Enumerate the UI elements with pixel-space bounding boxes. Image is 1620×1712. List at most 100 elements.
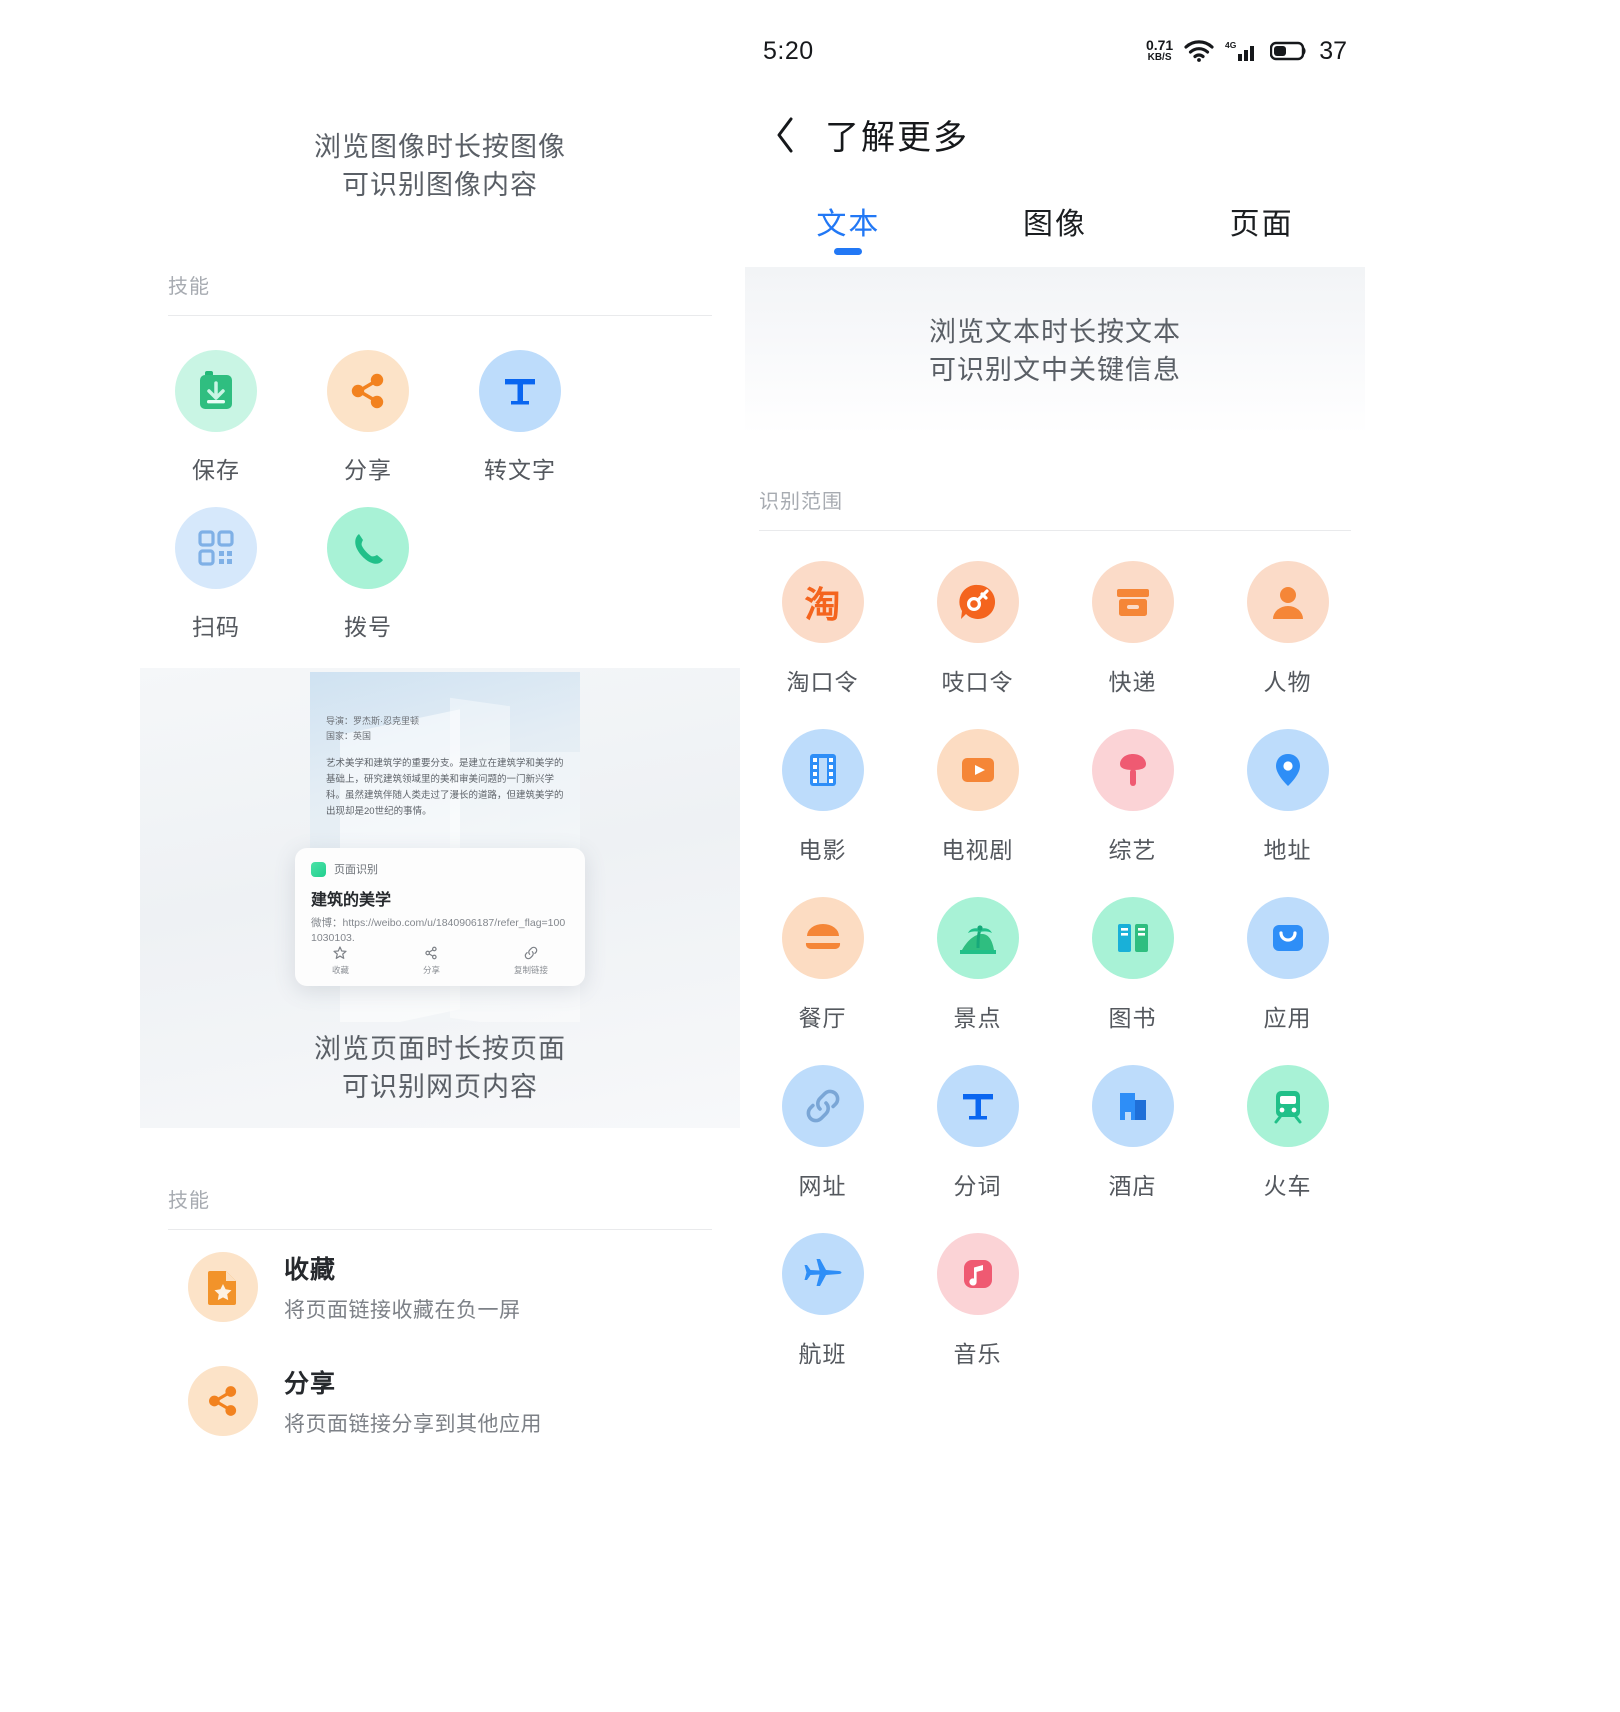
package-icon xyxy=(1091,561,1174,643)
page-hero-line-2: 可识别网页内容 xyxy=(342,1072,538,1102)
text-banner-line-1: 浏览文本时长按文本 xyxy=(929,317,1181,347)
music-note-icon xyxy=(936,1233,1019,1315)
taobao-code-icon: 淘 xyxy=(781,561,864,643)
hotel-icon xyxy=(1091,1065,1174,1147)
scope-item-attraction[interactable]: 景点 xyxy=(900,897,1055,1033)
page-title: 了解更多 xyxy=(825,119,969,157)
burger-icon xyxy=(781,897,864,979)
skill-label: 转文字 xyxy=(484,457,556,483)
link-icon xyxy=(524,946,538,960)
card-action-favorite[interactable]: 收藏 xyxy=(332,945,349,976)
scope-item-url[interactable]: 网址 xyxy=(745,1065,900,1201)
tab-image[interactable]: 图像 xyxy=(952,199,1159,255)
preview-meta: 导演：罗杰斯·忍克里顿 国家：英国 xyxy=(326,714,419,744)
scope-label: 吱口令 xyxy=(941,669,1014,695)
skill-label: 保存 xyxy=(192,457,240,483)
page-skill-title: 分享 xyxy=(284,1370,337,1398)
back-button[interactable] xyxy=(759,116,811,154)
image-hero-line-2: 可识别图像内容 xyxy=(342,170,538,200)
preview-body-text: 艺术美学和建筑学的重要分支。是建立在建筑学和美学的基础上，研究建筑领域里的美和审… xyxy=(326,758,564,817)
scope-label: 图书 xyxy=(1108,1005,1157,1031)
image-hero-line-1: 浏览图像时长按图像 xyxy=(314,132,566,162)
scope-label: 分词 xyxy=(953,1173,1002,1199)
page-hero-line-1: 浏览页面时长按页面 xyxy=(314,1034,566,1064)
scope-label: 火车 xyxy=(1263,1173,1312,1199)
status-bar: 5:20 0.71 KB/S 4G 37 xyxy=(745,0,1365,66)
scope-item-train[interactable]: 火车 xyxy=(1210,1065,1365,1201)
battery-icon xyxy=(1270,41,1306,61)
page-recognition-preview: 导演：罗杰斯·忍克里顿 国家：英国 艺术美学和建筑学的重要分支。是建立在建筑学和… xyxy=(140,668,740,1128)
text-convert-icon xyxy=(479,350,561,432)
scope-item-segmentation[interactable]: 分词 xyxy=(900,1065,1055,1201)
scope-item-alipay-code[interactable]: 吱口令 xyxy=(900,561,1055,697)
scope-item-book[interactable]: 图书 xyxy=(1055,897,1210,1033)
scope-label: 应用 xyxy=(1263,1005,1312,1031)
tab-text[interactable]: 文本 xyxy=(745,199,952,255)
palm-tree-icon xyxy=(936,897,1019,979)
recognition-scope-grid: 淘 淘口令 吱口令 快递 人物 电影 电视剧 综艺 地址 餐厅 景点 图书 应用… xyxy=(745,531,1365,1401)
scope-section-label: 识别范围 xyxy=(759,491,843,513)
alipay-code-icon xyxy=(936,561,1019,643)
skill-item-text-convert[interactable]: 转文字 xyxy=(444,350,596,485)
scope-item-flight[interactable]: 航班 xyxy=(745,1233,900,1369)
page-skill-subtitle: 将页面链接分享到其他应用 xyxy=(284,1413,542,1436)
left-panel: 浏览图像时长按图像 可识别图像内容 技能 保存 分享 转文字 扫码 拨号 导演：… xyxy=(140,0,740,1712)
page-recognition-icon xyxy=(311,861,326,877)
page-skill-subtitle: 将页面链接收藏在负一屏 xyxy=(284,1299,521,1322)
scope-item-variety-show[interactable]: 综艺 xyxy=(1055,729,1210,865)
person-icon xyxy=(1246,561,1329,643)
link-icon xyxy=(781,1065,864,1147)
scope-item-music[interactable]: 音乐 xyxy=(900,1233,1055,1369)
skills-section-label: 技能 xyxy=(168,276,210,298)
train-icon xyxy=(1246,1065,1329,1147)
skill-item-save[interactable]: 保存 xyxy=(140,350,292,485)
scope-item-address[interactable]: 地址 xyxy=(1210,729,1365,865)
wifi-icon xyxy=(1184,40,1214,62)
share-icon xyxy=(327,350,409,432)
page-skill-title: 收藏 xyxy=(284,1256,337,1284)
page-skill-item-share[interactable]: 分享 将页面链接分享到其他应用 xyxy=(140,1344,740,1458)
skill-item-scan-qr[interactable]: 扫码 xyxy=(140,507,292,642)
skill-item-share[interactable]: 分享 xyxy=(292,350,444,485)
page-skills-section-label: 技能 xyxy=(168,1190,210,1212)
network-speed-indicator: 0.71 KB/S xyxy=(1146,38,1173,63)
back-chevron-icon xyxy=(777,117,793,152)
book-icon xyxy=(1091,897,1174,979)
scope-item-taobao-code[interactable]: 淘 淘口令 xyxy=(745,561,900,697)
scope-item-app[interactable]: 应用 xyxy=(1210,897,1365,1033)
status-indicators: 0.71 KB/S 4G 37 xyxy=(1146,37,1347,66)
file-star-icon xyxy=(188,1252,258,1322)
scope-item-express[interactable]: 快递 xyxy=(1055,561,1210,697)
skill-item-dial[interactable]: 拨号 xyxy=(292,507,444,642)
scope-label: 酒店 xyxy=(1108,1173,1157,1199)
tab-bar: 文本 图像 页面 xyxy=(745,199,1365,255)
signal-4g-icon: 4G xyxy=(1225,40,1255,61)
recognition-card-header: 页面识别 xyxy=(311,861,569,877)
scope-item-hotel[interactable]: 酒店 xyxy=(1055,1065,1210,1201)
recognition-tag: 页面识别 xyxy=(334,864,378,876)
battery-percent: 37 xyxy=(1319,36,1347,65)
card-action-share[interactable]: 分享 xyxy=(423,945,440,976)
scope-label: 电影 xyxy=(798,837,847,863)
skill-label: 扫码 xyxy=(192,614,240,640)
scope-item-movie[interactable]: 电影 xyxy=(745,729,900,865)
recognition-result-card: 页面识别 建筑的美学 微博：https://weibo.com/u/184090… xyxy=(295,848,585,986)
scope-label: 综艺 xyxy=(1108,837,1157,863)
recognition-card-title: 建筑的美学 xyxy=(311,892,392,909)
page-skill-text: 分享 将页面链接分享到其他应用 xyxy=(284,1364,542,1438)
tab-page[interactable]: 页面 xyxy=(1158,199,1365,255)
svg-text:4G: 4G xyxy=(1225,40,1237,50)
scope-item-person[interactable]: 人物 xyxy=(1210,561,1365,697)
film-icon xyxy=(781,729,864,811)
network-speed-value: 0.71 xyxy=(1145,37,1174,54)
status-clock: 5:20 xyxy=(763,36,814,65)
scope-item-restaurant[interactable]: 餐厅 xyxy=(745,897,900,1033)
page-hero-caption: 浏览页面时长按页面 可识别网页内容 xyxy=(140,1030,740,1106)
card-action-copy-link[interactable]: 复制链接 xyxy=(514,945,548,976)
scope-item-tv-series[interactable]: 电视剧 xyxy=(900,729,1055,865)
page-skill-item-favorite[interactable]: 收藏 将页面链接收藏在负一屏 xyxy=(140,1230,740,1344)
right-panel: 5:20 0.71 KB/S 4G 37 了解更多 文本 图像 页面 浏览文本时… xyxy=(745,0,1365,1712)
page-skill-text: 收藏 将页面链接收藏在负一屏 xyxy=(284,1250,521,1324)
scope-label: 地址 xyxy=(1263,837,1312,863)
text-banner: 浏览文本时长按文本 可识别文中关键信息 xyxy=(745,267,1365,435)
